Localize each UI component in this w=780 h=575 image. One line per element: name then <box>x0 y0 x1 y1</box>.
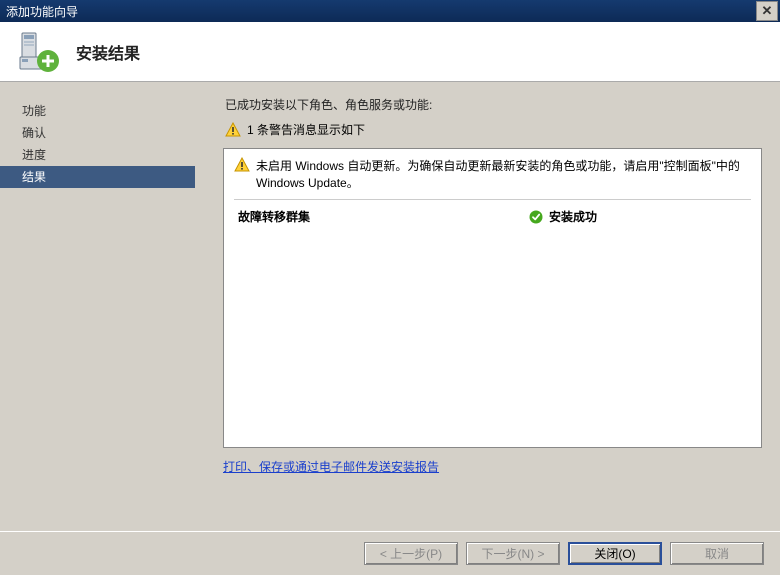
windows-update-warning: 未启用 Windows 自动更新。为确保自动更新最新安装的角色或功能，请启用"控… <box>234 157 751 200</box>
sidebar-item-results[interactable]: 结果 <box>0 166 195 188</box>
feature-name: 故障转移群集 <box>238 208 310 225</box>
titlebar: 添加功能向导 ✕ <box>0 0 780 22</box>
cancel-button: 取消 <box>670 542 764 565</box>
warning-icon <box>225 122 241 138</box>
sidebar-item-features[interactable]: 功能 <box>0 100 195 122</box>
close-button[interactable]: 关闭(O) <box>568 542 662 565</box>
wizard-main: 已成功安装以下角色、角色服务或功能: 1 条警告消息显示如下 <box>195 82 780 531</box>
results-panel: 未启用 Windows 自动更新。为确保自动更新最新安装的角色或功能，请启用"控… <box>223 148 762 448</box>
warning-icon <box>234 157 250 173</box>
feature-status: 安装成功 <box>549 208 597 225</box>
feature-result-row: 故障转移群集 安装成功 <box>234 206 751 227</box>
close-icon: ✕ <box>762 3 773 19</box>
sidebar-item-progress[interactable]: 进度 <box>0 144 195 166</box>
intro-text: 已成功安装以下角色、角色服务或功能: <box>225 96 762 113</box>
window-title: 添加功能向导 <box>6 3 78 20</box>
wizard-footer: < 上一步(P) 下一步(N) > 关闭(O) 取消 <box>0 531 780 575</box>
page-title: 安装结果 <box>76 40 140 64</box>
windows-update-warning-text: 未启用 Windows 自动更新。为确保自动更新最新安装的角色或功能，请启用"控… <box>256 157 751 191</box>
sidebar-item-confirm[interactable]: 确认 <box>0 122 195 144</box>
warning-summary-row: 1 条警告消息显示如下 <box>225 121 762 138</box>
wizard-sidebar: 功能 确认 进度 结果 <box>0 82 195 531</box>
report-link-row: 打印、保存或通过电子邮件发送安装报告 <box>223 458 762 475</box>
report-link[interactable]: 打印、保存或通过电子邮件发送安装报告 <box>223 460 439 474</box>
next-button: 下一步(N) > <box>466 542 560 565</box>
wizard-header: 安装结果 <box>0 22 780 82</box>
back-button: < 上一步(P) <box>364 542 458 565</box>
success-icon <box>529 210 543 224</box>
window-close-button[interactable]: ✕ <box>756 1 778 21</box>
wizard-icon <box>18 31 60 73</box>
warning-summary-text: 1 条警告消息显示如下 <box>247 121 365 138</box>
